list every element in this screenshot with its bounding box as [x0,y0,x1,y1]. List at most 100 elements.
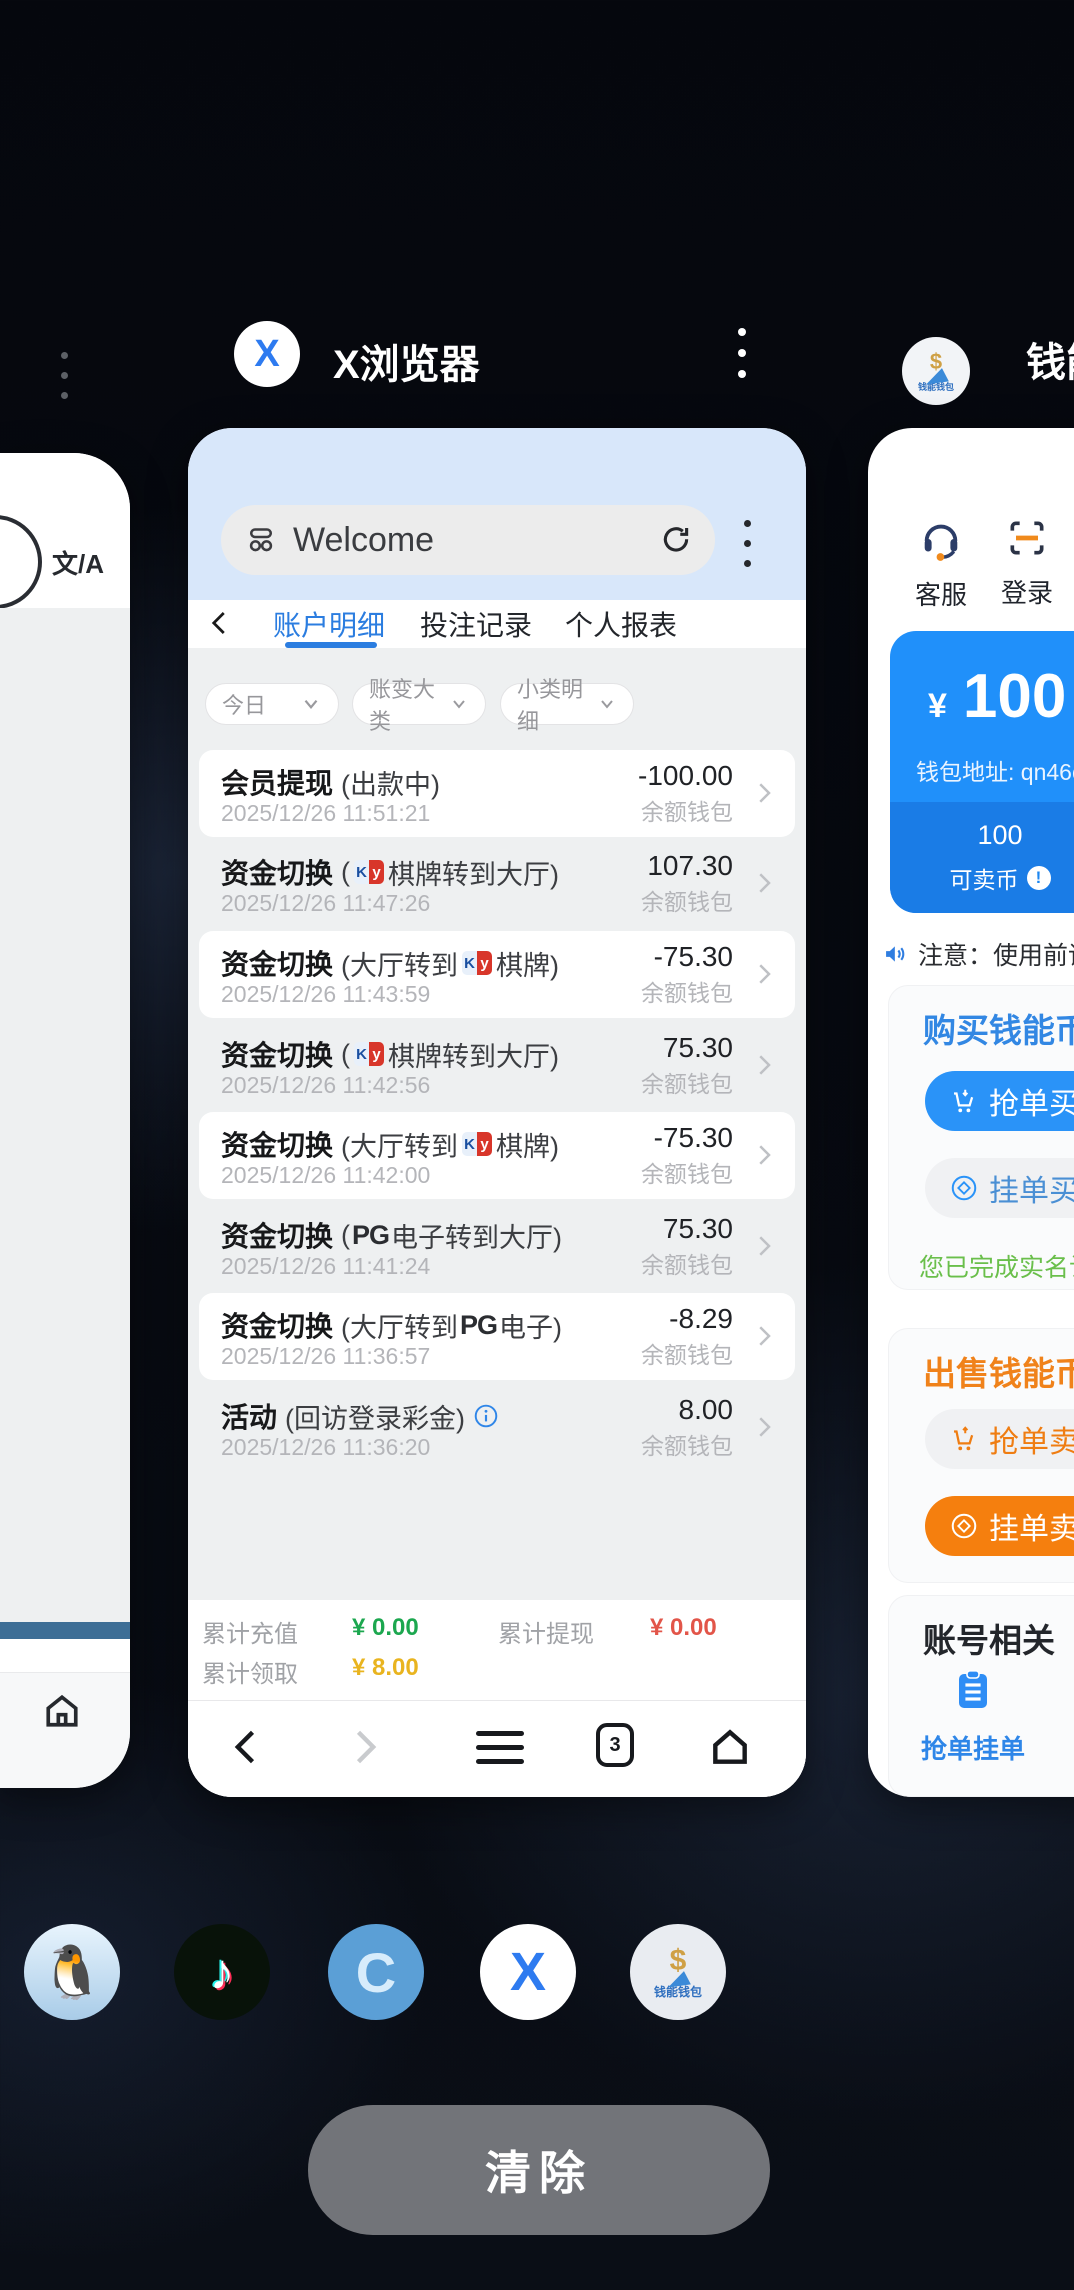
transaction-row[interactable]: 资金切换 (大厅转到 Ky 棋牌) 2025/12/26 11:42:00 -7… [199,1112,795,1199]
transaction-time: 2025/12/26 11:41:24 [221,1253,430,1280]
chevron-right-icon [749,1412,779,1442]
left-card-menu-dots[interactable] [61,352,68,399]
dock-icon-wallet-app[interactable]: $ 钱能钱包 [630,1924,726,2020]
dock-icon-c-browser[interactable]: C [328,1924,424,2020]
browser-nav-bar: 3 [188,1700,806,1797]
post-order-buy-button[interactable]: 挂单买 [925,1158,1074,1218]
sell-section-title: 出售钱能币 [923,1347,1074,1395]
transaction-title: 资金切换 ( PG 电子转到大厅) [221,1215,562,1255]
transaction-detail-suffix: 棋牌转到大厅) [388,1035,559,1074]
left-app-bottom-bar [0,1672,130,1788]
browser-app-card[interactable]: Welcome 账户明细 投注记录 个人报表 今日 账变大类 小类明细 会员提现… [188,428,806,1797]
tab-account-detail[interactable]: 账户明细 [273,604,385,644]
login-scan-button[interactable]: 登录 [992,516,1062,610]
transaction-time: 2025/12/26 11:42:56 [221,1072,430,1099]
transaction-time: 2025/12/26 11:36:20 [221,1434,430,1461]
ky-right-letter: y [477,951,492,975]
alert-exclamation-icon[interactable]: ! [1027,866,1051,890]
account-section: 账号相关 抢单挂单 [888,1595,1074,1797]
transaction-row[interactable]: 资金切换 ( Ky 棋牌转到大厅) 2025/12/26 11:47:26 10… [199,840,795,927]
filter-category-dropdown[interactable]: 账变大类 [352,683,486,725]
recents-screen: { "status": { "clear_button": "清除" }, "h… [0,0,1074,2290]
login-label: 登录 [992,573,1062,610]
totals-summary: 累计充值 ¥ 0.00 累计提现 ¥ 0.00 累计领取 ¥ 8.00 [188,1600,806,1700]
browser-card-menu-dots[interactable] [738,328,746,378]
transaction-name: 活动 [221,1396,277,1436]
grab-order-buy-button[interactable]: 抢单买 [925,1071,1074,1131]
currency-symbol: ¥ [928,687,947,726]
transaction-title: 资金切换 (大厅转到 PG 电子) [221,1305,562,1345]
dock-icon-penguin-game[interactable]: 🐧 [24,1924,120,2020]
transaction-time: 2025/12/26 11:47:26 [221,890,430,917]
nav-back-icon[interactable] [225,1725,269,1769]
total-withdraw-value: ¥ 0.00 [650,1614,717,1642]
dock-icon-douyin[interactable]: ♪ [174,1924,270,2020]
ky-left-letter: K [462,951,477,975]
transaction-title: 活动 (回访登录彩金) [221,1396,499,1436]
ky-poker-logo: Ky [462,951,492,975]
nav-forward-icon[interactable] [342,1725,386,1769]
nav-tab-count[interactable]: 3 [596,1723,634,1767]
post-order-sell-button[interactable]: 挂单卖 [925,1496,1074,1556]
refresh-icon[interactable] [659,523,693,557]
notice-banner: 注意：使用前请仔 [882,936,1074,972]
dock-icon-x-browser[interactable]: X [480,1924,576,2020]
chevron-right-icon [749,1050,779,1080]
translate-icon[interactable]: 文/A [52,544,104,581]
account-section-title: 账号相关 [923,1614,1055,1662]
transaction-row[interactable]: 资金切换 ( Ky 棋牌转到大厅) 2025/12/26 11:42:56 75… [199,1022,795,1109]
filter-date-dropdown[interactable]: 今日 [205,683,339,725]
transaction-name: 资金切换 [221,1215,333,1255]
filter-date-label: 今日 [222,688,266,720]
speaker-icon [882,940,910,968]
tab-personal-report[interactable]: 个人报表 [565,604,677,644]
left-app-card[interactable]: 文/A [0,453,130,1788]
grab-order-sell-button[interactable]: 抢单卖 [925,1409,1074,1469]
total-withdraw-label: 累计提现 [498,1614,594,1649]
home-icon[interactable] [40,1689,84,1733]
x-browser-logo-icon: X [234,321,300,387]
nav-home-icon[interactable] [708,1725,752,1769]
transaction-wallet-label: 余额钱包 [641,883,733,917]
balance-value: 100 [963,661,1066,732]
transaction-name: 资金切换 [221,852,333,892]
transaction-row[interactable]: 资金切换 ( PG 电子转到大厅) 2025/12/26 11:41:24 75… [199,1203,795,1290]
clear-all-button[interactable]: 清除 [308,2105,770,2235]
x-letter-icon: X [510,1941,546,2003]
customer-service-button[interactable]: 客服 [906,516,976,612]
balance-panel: ¥ 100 钱包地址: qn46cb 100 可卖币 ! [890,631,1074,913]
transaction-wallet-label: 余额钱包 [641,793,733,827]
clear-all-label: 清除 [485,2137,593,2203]
transaction-row[interactable]: 会员提现 (出款中) 2025/12/26 11:51:21 -100.00 余… [199,750,795,837]
transaction-row[interactable]: 活动 (回访登录彩金) 2025/12/26 11:36:20 8.00 余额钱… [199,1384,795,1471]
transaction-row[interactable]: 资金切换 (大厅转到 Ky 棋牌) 2025/12/26 11:43:59 -7… [199,931,795,1018]
back-chevron-icon[interactable] [205,608,235,638]
orders-list-button[interactable]: 抢单挂单 [913,1666,1033,1766]
browser-header: Welcome [188,428,806,600]
browser-more-menu-dots[interactable] [744,520,751,567]
chevron-down-icon [597,693,617,715]
chevron-right-icon [749,1231,779,1261]
transaction-title: 资金切换 (大厅转到 Ky 棋牌) [221,1124,559,1164]
tab-bet-records[interactable]: 投注记录 [420,604,532,644]
sellable-strip: 100 可卖币 ! [890,802,1074,913]
verified-status-text: 您已完成实名认证 [919,1248,1074,1284]
transaction-time: 2025/12/26 11:36:57 [221,1343,430,1370]
filter-subcategory-dropdown[interactable]: 小类明细 [500,683,634,725]
url-bar[interactable]: Welcome [221,505,715,575]
left-app-strip [0,1639,130,1672]
ky-poker-logo: Ky [462,1132,492,1156]
transaction-amount: 75.30 [663,1032,733,1064]
chevron-right-icon [749,778,779,808]
wallet-app-logo-icon: $钱能钱包 [902,337,970,405]
info-icon[interactable] [473,1403,499,1429]
left-app-footer-bar [0,1622,130,1639]
transaction-row[interactable]: 资金切换 (大厅转到 PG 电子) 2025/12/26 11:36:57 -8… [199,1293,795,1380]
browser-card-title: X浏览器 [333,332,480,390]
left-app-content [0,608,130,1622]
ky-poker-logo: Ky [354,860,384,884]
transaction-detail-prefix: (大厅转到 [341,1306,458,1345]
nav-menu-icon[interactable] [476,1731,524,1764]
wallet-app-card[interactable]: 客服 登录 ¥ 100 钱包地址: qn46cb 100 可卖币 ! 注意：使用… [868,428,1074,1797]
wallet-address: 钱包地址: qn46cb [916,753,1074,787]
